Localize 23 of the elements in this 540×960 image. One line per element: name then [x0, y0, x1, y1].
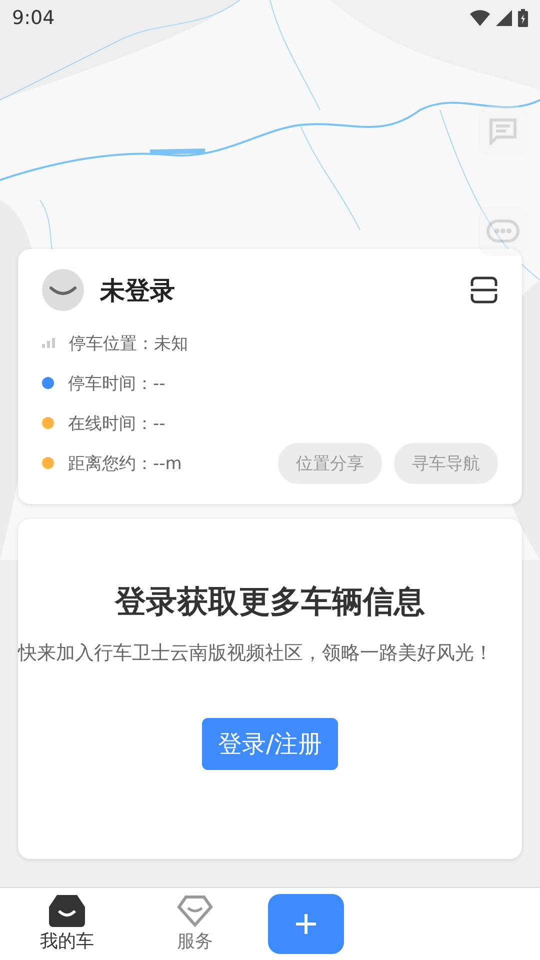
info-text: 停车位置：未知 [69, 332, 188, 354]
scan-icon[interactable] [470, 276, 498, 304]
login-status-title: 未登录 [100, 274, 175, 306]
avatar-icon [42, 269, 84, 311]
add-button[interactable] [268, 894, 344, 954]
battery-icon [518, 9, 528, 27]
nav-tab[interactable]: 服务 [140, 895, 250, 953]
car-icon [49, 895, 85, 927]
login-button[interactable]: 登录/注册 [202, 718, 338, 770]
action-button[interactable]: 寻车导航 [394, 442, 498, 484]
signal-bars-icon [42, 338, 55, 348]
plus-icon [294, 912, 318, 936]
promo-text: 快来加入行车卫士云南版视频社区，领略一路美好风光！ [18, 641, 494, 666]
signal-icon [496, 10, 512, 26]
diamond-icon [177, 895, 213, 927]
wifi-icon [470, 10, 490, 26]
info-text: 距离您约：--m [68, 452, 182, 474]
info-text: 停车时间：-- [68, 372, 166, 394]
action-button[interactable]: 位置分享 [278, 442, 382, 484]
login-heading: 登录获取更多车辆信息 [115, 583, 425, 622]
nav-tab[interactable]: 我的车 [12, 895, 122, 953]
info-text: 在线时间：-- [68, 412, 166, 434]
status-time: 9:04 [12, 7, 55, 29]
